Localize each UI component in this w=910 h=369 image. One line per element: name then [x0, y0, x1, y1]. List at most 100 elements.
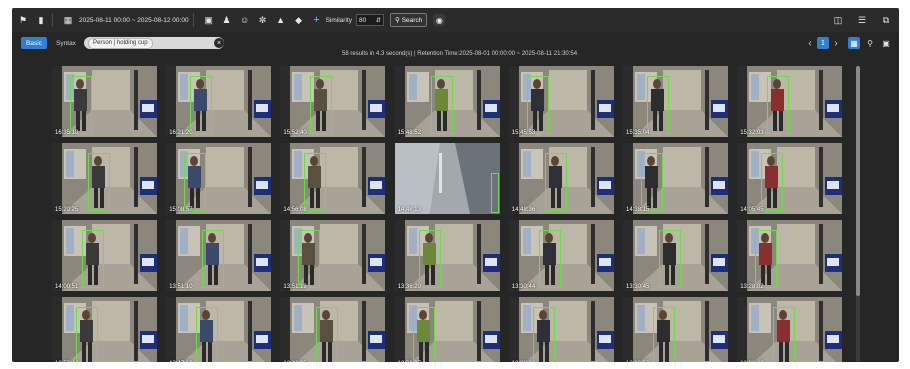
date-range[interactable]: 2025-08-11 00:00 ~ 2025-08-12 00:00: [79, 17, 189, 24]
query-chip[interactable]: Person | holding cup: [88, 37, 153, 49]
result-thumbnail[interactable]: 16:21:20: [166, 66, 272, 137]
result-thumbnail[interactable]: 15:20:25: [52, 143, 157, 214]
thumbnail-image: [52, 220, 157, 291]
result-thumbnail[interactable]: 14:48:13: [394, 143, 500, 214]
result-thumbnail[interactable]: 12:47:10: [166, 297, 272, 362]
chevron-right-icon[interactable]: ›: [832, 38, 840, 49]
thumbnail-image: [394, 220, 500, 291]
thumbnail-timestamp: 13:51:10: [169, 284, 193, 290]
chevron-left-icon[interactable]: ‹: [806, 38, 814, 49]
detection-box: [532, 307, 555, 362]
thumbnail-timestamp: 13:36:20: [397, 284, 421, 290]
result-thumbnail[interactable]: 15:48:52: [394, 66, 500, 137]
detection-box: [490, 173, 499, 213]
stepper-icon[interactable]: ⇵: [376, 17, 381, 24]
result-thumbnail[interactable]: 14:00:51: [52, 220, 157, 291]
result-thumbnail[interactable]: 12:41:05: [280, 297, 386, 362]
person-icon[interactable]: ♟: [220, 13, 234, 27]
tab-basic[interactable]: Basic: [21, 37, 47, 49]
thumbnail-timestamp: 13:28:02: [740, 284, 764, 290]
scroll-thumb[interactable]: [856, 66, 860, 296]
detection-box: [653, 307, 675, 362]
detection-box: [298, 230, 321, 288]
result-thumbnail[interactable]: 12:36:27: [394, 297, 500, 362]
result-thumbnail[interactable]: 13:28:02: [737, 220, 843, 291]
result-thumbnail[interactable]: 15:52:40: [280, 66, 386, 137]
thumbnail-timestamp: 15:48:52: [397, 130, 421, 136]
detection-box: [184, 153, 207, 211]
result-thumbnail[interactable]: 12:36:43: [737, 297, 843, 362]
detection-box: [659, 230, 681, 288]
thumbnail-timestamp: 13:30:44: [511, 284, 536, 290]
result-thumbnail[interactable]: 14:56:08: [280, 143, 386, 214]
toolbar-divider: [52, 13, 53, 27]
detection-box: [755, 230, 778, 288]
thumbnail-image: [280, 143, 386, 214]
tag-icon[interactable]: ◆: [292, 13, 306, 27]
location-pin-icon[interactable]: ⚲: [864, 37, 876, 49]
flag-icon[interactable]: ⚑: [16, 13, 30, 27]
result-thumbnail[interactable]: 13:30:44: [508, 220, 614, 291]
calendar-icon[interactable]: ▦: [61, 13, 75, 27]
result-thumbnail[interactable]: 12:38:00: [508, 297, 614, 362]
result-thumbnail[interactable]: 15:32:03: [737, 66, 843, 137]
plus-icon[interactable]: +: [310, 13, 324, 27]
fullscreen-icon[interactable]: ▣: [880, 37, 892, 49]
result-thumbnail[interactable]: 14:05:45: [737, 143, 843, 214]
thumbnail-timestamp: 16:35:10: [55, 130, 79, 136]
detection-box: [202, 230, 225, 288]
toolbar-divider: [192, 13, 194, 27]
detection-box: [88, 153, 110, 211]
result-thumbnail[interactable]: 12:36:50: [623, 297, 728, 362]
detection-box: [190, 76, 213, 134]
result-thumbnail[interactable]: 14:48:36: [508, 143, 614, 214]
thumbnail-timestamp: 15:35:04: [626, 130, 650, 136]
thumbnail-timestamp: 14:05:45: [740, 207, 764, 213]
result-thumbnail[interactable]: 13:51:19: [280, 220, 386, 291]
grid-view-icon[interactable]: ▦: [848, 37, 860, 49]
toolbar: ⚑ ▮ ▦ 2025-08-11 00:00 ~ 2025-08-12 00:0…: [12, 8, 899, 32]
thumbnail-timestamp: 12:38:00: [512, 361, 535, 362]
result-thumbnail[interactable]: 12:50:44: [52, 297, 157, 362]
motion-icon[interactable]: ✼: [256, 13, 270, 27]
detection-box: [316, 307, 339, 362]
car-icon[interactable]: ▣: [202, 13, 216, 27]
export-icon[interactable]: ⧉: [879, 13, 893, 27]
result-thumbnail[interactable]: 15:35:04: [623, 66, 728, 137]
search-button[interactable]: ⚲ Search: [389, 13, 428, 27]
clear-icon[interactable]: ×: [214, 38, 224, 48]
detection-box: [430, 76, 453, 134]
camera-icon[interactable]: ◉: [433, 14, 446, 26]
thumbnail-timestamp: 15:08:57: [169, 207, 193, 213]
result-thumbnail[interactable]: 16:35:10: [52, 66, 157, 137]
result-thumbnail[interactable]: 13:30:45: [623, 220, 728, 291]
warning-icon[interactable]: ▲: [274, 13, 288, 27]
thumbnail-timestamp: 15:32:03: [740, 130, 764, 136]
thumbnail-image: [280, 66, 386, 137]
detection-box: [544, 153, 567, 211]
similarity-input[interactable]: 80 ⇵: [355, 14, 384, 26]
document-icon[interactable]: ▮: [34, 13, 48, 27]
scrollbar[interactable]: [856, 66, 860, 362]
tab-syntax[interactable]: Syntax: [53, 37, 79, 49]
thumbnail-image: [623, 297, 728, 362]
thumbnail-image: [52, 297, 157, 362]
similarity-value: 80: [358, 16, 367, 24]
thumbnail-image: [508, 66, 614, 137]
pagination: ‹ 1 ›: [806, 37, 840, 49]
detection-box: [767, 76, 790, 134]
save-icon[interactable]: ◫: [831, 13, 845, 27]
detection-box: [641, 153, 663, 211]
result-thumbnail[interactable]: 15:08:57: [166, 143, 272, 214]
result-thumbnail[interactable]: 13:51:10: [166, 220, 272, 291]
page-number[interactable]: 1: [817, 37, 829, 49]
query-input[interactable]: Person | holding cup: [84, 37, 224, 49]
result-thumbnail[interactable]: 15:45:53: [508, 66, 614, 137]
result-thumbnail[interactable]: 13:36:20: [394, 220, 500, 291]
results-summary: 58 results in 4.3 second(s) | Retention …: [342, 51, 578, 57]
list-icon[interactable]: ☰: [855, 13, 869, 27]
result-thumbnail[interactable]: 14:38:15: [623, 143, 728, 214]
thumbnail-image: [623, 143, 728, 214]
face-icon[interactable]: ☺: [238, 13, 252, 27]
thumbnail-timestamp: 13:30:45: [626, 284, 650, 290]
